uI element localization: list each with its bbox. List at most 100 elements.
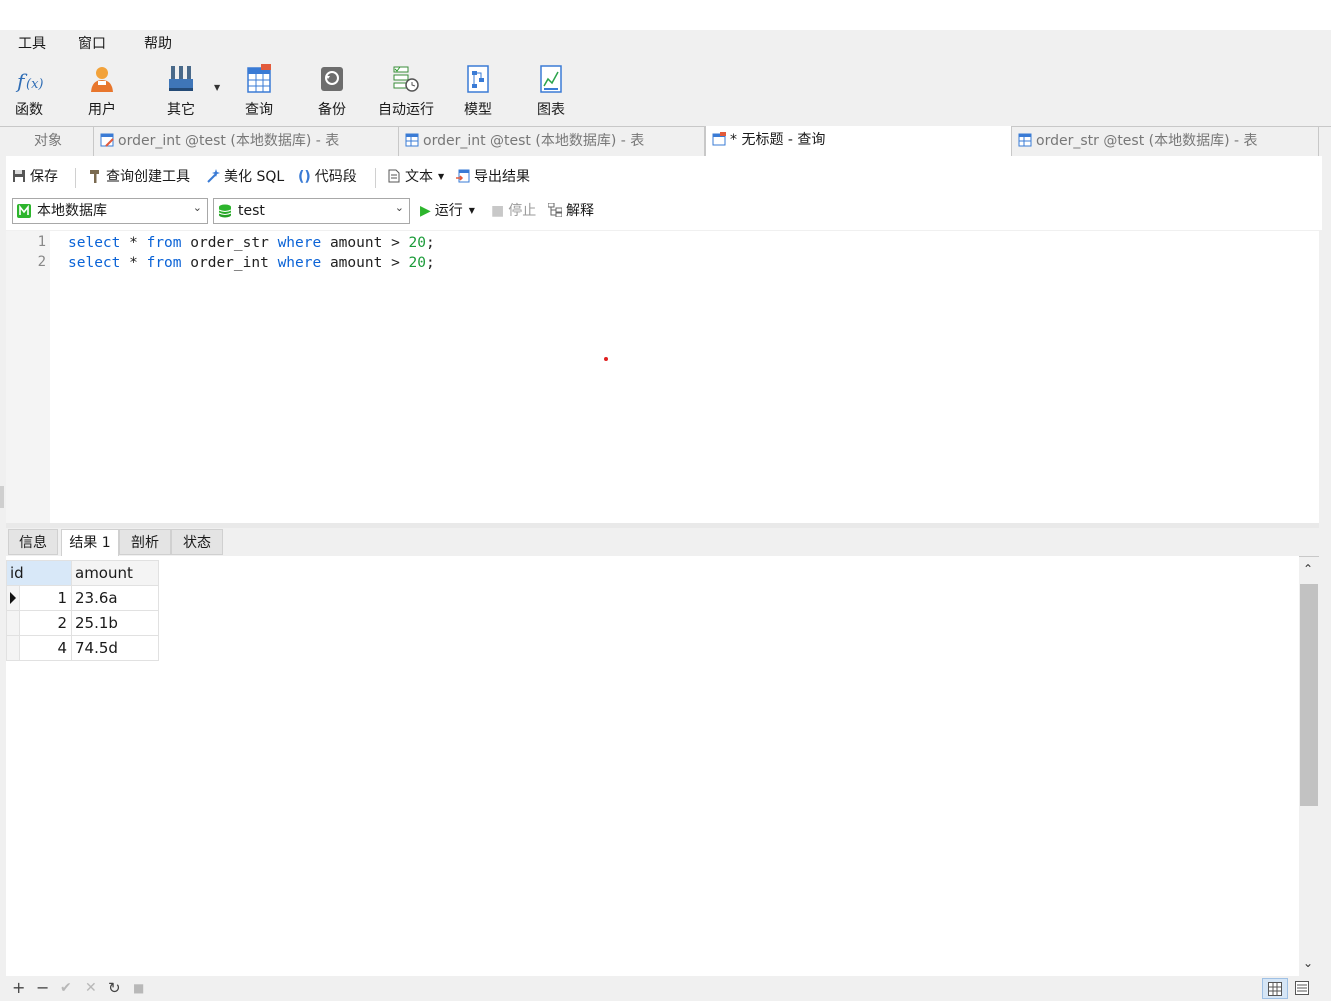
stop-label: 停止: [508, 203, 537, 219]
model-icon: [467, 65, 489, 93]
sql-operator: *: [129, 235, 138, 251]
tab-objects-label: 对象: [34, 133, 62, 149]
table-row[interactable]: 4 74.5d: [6, 635, 159, 661]
sql-keyword: from: [146, 255, 182, 271]
column-header-amount[interactable]: amount: [71, 560, 159, 586]
ribbon-user-button[interactable]: 用户: [70, 60, 134, 122]
query-builder-button[interactable]: 查询创建工具: [88, 167, 190, 187]
form-view-button[interactable]: [1290, 978, 1316, 999]
row-indicator[interactable]: [6, 585, 20, 611]
sidebar-collapse-handle[interactable]: [0, 486, 4, 508]
menu-tools[interactable]: 工具: [15, 34, 49, 54]
ribbon-other-button[interactable]: 其它: [149, 60, 213, 122]
menu-window[interactable]: 窗口: [75, 34, 109, 54]
tab-order-int-1[interactable]: order_int @test (本地数据库) - 表: [94, 127, 399, 156]
ribbon-autorun-button[interactable]: 自动运行: [373, 60, 439, 122]
tools-icon: [169, 66, 193, 91]
query-toolbar: 保存 查询创建工具 美化 SQL () 代码段 文本 ▼ 导出结果: [6, 156, 1322, 198]
table-row[interactable]: 2 25.1b: [6, 610, 159, 636]
svg-text:(x): (x): [26, 77, 43, 92]
backup-icon: [321, 67, 343, 91]
sql-operator: >: [391, 255, 400, 271]
tab-result-1[interactable]: 结果 1: [61, 529, 119, 557]
beautify-sql-button[interactable]: 美化 SQL: [206, 167, 284, 187]
ribbon-backup-button[interactable]: 备份: [300, 60, 364, 122]
row-indicator[interactable]: [6, 610, 20, 636]
sql-terminator: ;: [426, 255, 435, 271]
grid-view-button[interactable]: [1262, 978, 1288, 999]
other-dropdown-arrow-icon[interactable]: ▼: [214, 83, 220, 92]
tab-info[interactable]: 信息: [8, 529, 58, 555]
cell-amount[interactable]: 23.6a: [71, 585, 159, 611]
database-select[interactable]: test ⌄: [213, 198, 410, 224]
tab-objects[interactable]: 对象: [0, 127, 94, 156]
scroll-down-arrow-icon[interactable]: ⌄: [1303, 956, 1313, 970]
cell-amount[interactable]: 25.1b: [71, 610, 159, 636]
toolbar-divider: [75, 168, 76, 188]
parentheses-icon: (): [298, 169, 311, 185]
scrollbar-thumb[interactable]: [1300, 584, 1318, 806]
chart-icon: [540, 65, 562, 93]
delete-record-button[interactable]: −: [36, 978, 49, 998]
schedule-icon: [393, 66, 419, 92]
save-icon: [13, 170, 25, 182]
code-snippet-label: 代码段: [314, 169, 357, 185]
window-right-edge: [1322, 156, 1331, 1001]
ribbon-other-label: 其它: [167, 102, 195, 118]
tab-status-label: 状态: [183, 535, 211, 551]
row-indicator[interactable]: [6, 635, 20, 661]
code-snippet-button[interactable]: () 代码段: [298, 167, 357, 187]
explain-button[interactable]: 解释: [548, 202, 594, 220]
menu-help[interactable]: 帮助: [141, 34, 175, 54]
cell-id[interactable]: 1: [19, 585, 72, 611]
discard-changes-button[interactable]: ✕: [85, 978, 97, 998]
sql-operator: >: [391, 235, 400, 251]
magic-wand-icon: [207, 169, 220, 183]
sql-editor[interactable]: 1 2 select * from order_str where amount…: [6, 231, 1319, 523]
function-icon: f (x): [15, 69, 43, 93]
column-header-id[interactable]: id: [6, 560, 72, 586]
database-value: test: [238, 203, 265, 219]
line-number: 2: [37, 254, 46, 270]
stop-button[interactable]: ■ 停止: [491, 202, 536, 220]
connection-icon: [17, 204, 31, 218]
ribbon-model-button[interactable]: 模型: [446, 60, 510, 122]
result-tabs: 信息 结果 1 剖析 状态: [6, 528, 1319, 557]
ribbon-query-button[interactable]: 查询: [227, 60, 291, 122]
ribbon-function-button[interactable]: f (x) 函数: [0, 60, 61, 122]
cursor-dot: [604, 357, 608, 361]
tab-order-str[interactable]: order_str @test (本地数据库) - 表: [1012, 127, 1319, 156]
beautify-sql-label: 美化 SQL: [224, 169, 285, 185]
ribbon-backup-label: 备份: [318, 102, 346, 118]
sql-keyword: where: [277, 255, 322, 271]
result-grid[interactable]: id amount 1 23.6a 2 25.1b 4 74.5d: [6, 556, 1299, 976]
text-mode-button[interactable]: 文本 ▼: [387, 167, 444, 187]
cell-amount[interactable]: 74.5d: [71, 635, 159, 661]
run-button[interactable]: ▶ 运行 ▼: [420, 202, 475, 220]
tab-untitled-query[interactable]: * 无标题 - 查询: [705, 126, 1012, 157]
scroll-up-arrow-icon[interactable]: ⌃: [1303, 562, 1313, 576]
refresh-button[interactable]: ↻: [108, 978, 121, 998]
table-row[interactable]: 1 23.6a: [6, 585, 159, 611]
title-strip: [0, 0, 1331, 30]
run-dropdown-icon[interactable]: ▼: [469, 206, 475, 215]
tab-profile[interactable]: 剖析: [119, 529, 171, 555]
document-tabs: 对象 order_int @test (本地数据库) - 表 order_int…: [0, 126, 1331, 157]
result-vertical-scrollbar[interactable]: ⌃ ⌄: [1299, 560, 1319, 976]
tab-status[interactable]: 状态: [171, 529, 223, 555]
tab-order-int-2[interactable]: order_int @test (本地数据库) - 表: [399, 127, 705, 156]
cell-id[interactable]: 2: [19, 610, 72, 636]
sql-identifier: order_int: [190, 255, 269, 271]
connection-select[interactable]: 本地数据库 ⌄: [12, 198, 208, 224]
sql-operator: *: [129, 255, 138, 271]
export-icon: [456, 169, 470, 183]
tab-order-int-1-label: order_int @test (本地数据库) - 表: [118, 133, 340, 149]
ribbon-chart-button[interactable]: 图表: [519, 60, 583, 122]
export-results-button[interactable]: 导出结果: [456, 167, 530, 187]
cell-id[interactable]: 4: [19, 635, 72, 661]
add-record-button[interactable]: +: [12, 978, 25, 998]
sql-keyword: where: [277, 235, 322, 251]
save-button[interactable]: 保存: [12, 167, 58, 187]
stop-loading-button[interactable]: ■: [133, 978, 144, 998]
apply-changes-button[interactable]: ✔: [60, 978, 72, 998]
